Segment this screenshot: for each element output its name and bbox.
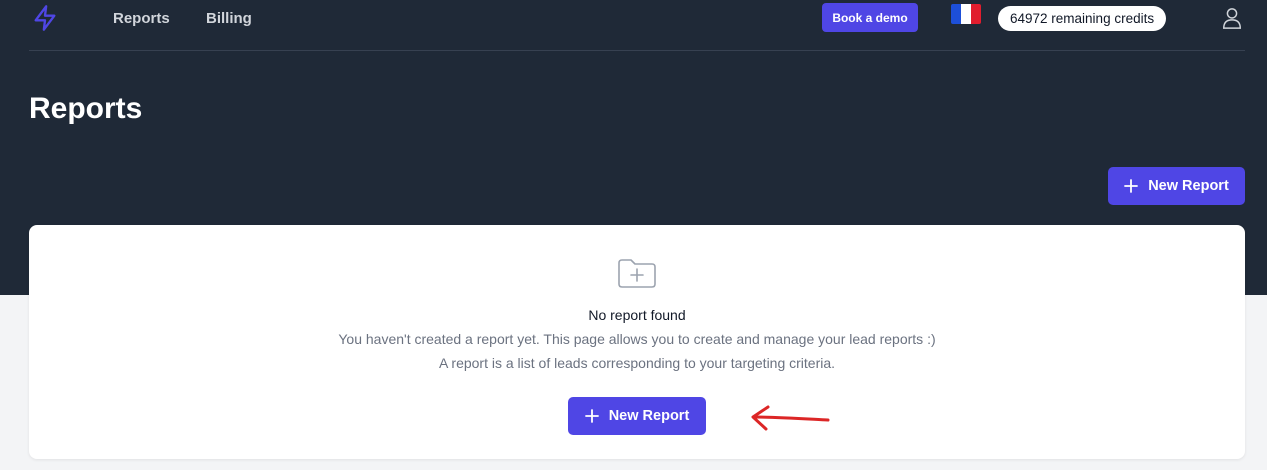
empty-state-title: No report found [588,307,686,323]
plus-icon [1124,179,1139,193]
nav-link-reports[interactable]: Reports [113,10,170,27]
empty-state-description-secondary: A report is a list of leads correspondin… [438,355,836,371]
credits-badge: 64972 remaining credits [998,6,1167,31]
new-report-label: New Report [1148,178,1229,194]
book-demo-button[interactable]: Book a demo [822,3,918,32]
new-report-button[interactable]: New Report [1108,167,1245,205]
folder-plus-icon [618,259,656,288]
france-flag-icon[interactable] [951,4,981,24]
empty-state-description: You haven't created a report yet. This p… [338,331,936,347]
page-title: Reports [29,92,143,125]
hand-drawn-arrow-icon [751,405,830,431]
empty-state-new-report-label: New Report [608,408,690,424]
user-icon[interactable] [1221,6,1243,30]
plus-icon [584,409,599,423]
lightning-bolt-icon[interactable] [31,4,59,32]
empty-state-new-report-button[interactable]: New Report [568,397,706,435]
top-navbar: Reports Billing Book a demo 64972 remain… [29,0,1245,51]
nav-link-billing[interactable]: Billing [206,10,252,27]
